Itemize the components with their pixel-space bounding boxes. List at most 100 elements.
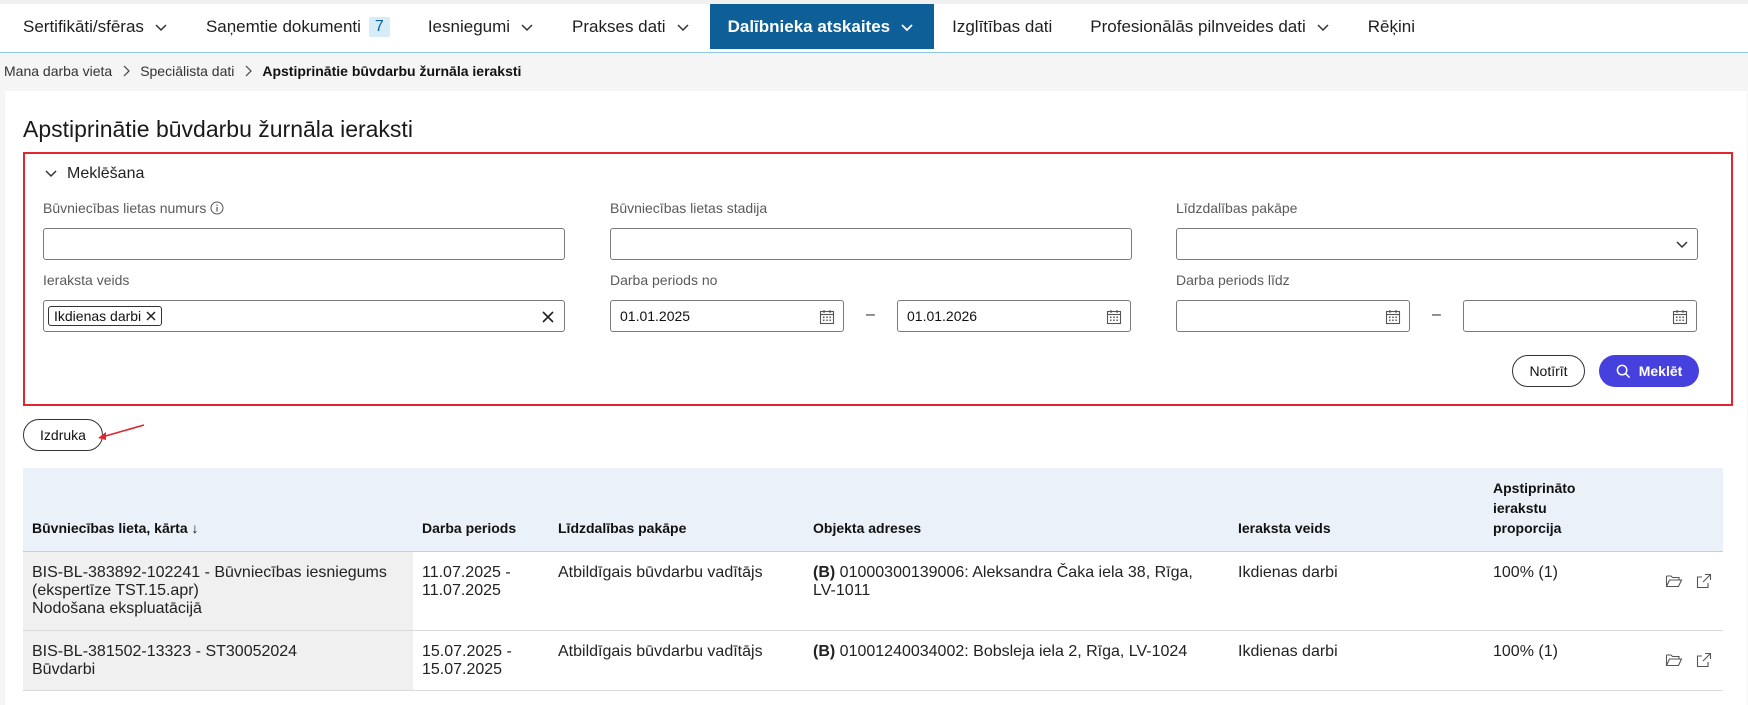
breadcrumb: Mana darba vieta Speciālista dati Apstip…: [4, 63, 521, 79]
external-link-icon[interactable]: [1695, 572, 1713, 590]
period-from-start-input[interactable]: 01.01.2025: [610, 300, 844, 332]
period-to-end-input[interactable]: [1463, 300, 1697, 332]
clear-icon[interactable]: [540, 309, 556, 325]
nav-item-received-documents[interactable]: Saņemtie dokumenti 7: [188, 4, 410, 49]
row-proportion: 100% (1): [1493, 643, 1558, 660]
chevron-down-icon: [1676, 241, 1688, 249]
folder-open-icon[interactable]: [1665, 651, 1683, 669]
entry-type-multiselect[interactable]: Ikdienas darbi: [43, 300, 565, 332]
table-header: Būvniecības lieta, kārta ↓ Darba periods…: [23, 468, 1723, 552]
info-icon[interactable]: [210, 201, 224, 215]
nav-label: Rēķini: [1367, 16, 1416, 36]
page-title: Apstiprinātie būvdarbu žurnāla ieraksti: [23, 116, 413, 142]
chevron-down-icon: [155, 23, 167, 31]
row-participation: Atbildīgais būvdarbu vadītājs: [558, 564, 763, 581]
column-header-address: Objekta adreses: [813, 520, 922, 536]
nav-item-education-data[interactable]: Izglītības dati: [934, 4, 1072, 49]
row-entry-type: Ikdienas darbi: [1238, 564, 1338, 581]
close-icon[interactable]: [144, 309, 158, 323]
column-header-participation: Līdzdalības pakāpe: [558, 520, 687, 536]
period-from-label: Darba periods no: [610, 272, 718, 288]
nav-item-practice-data[interactable]: Prakses dati: [554, 4, 710, 49]
row-period: 11.07.2025 - 11.07.2025: [422, 564, 511, 599]
row-entry-type: Ikdienas darbi: [1238, 643, 1338, 660]
nav-item-applications[interactable]: Iesniegumi: [410, 4, 554, 49]
chevron-down-icon: [901, 23, 913, 31]
row-case-title: BIS-BL-381502-13323 - ST30052024: [32, 643, 298, 660]
period-from-end-input[interactable]: 01.01.2026: [897, 300, 1131, 332]
top-navigation: Sertifikāti/sfēras Saņemtie dokumenti 7 I…: [0, 4, 1748, 53]
range-dash: –: [866, 306, 875, 323]
calendar-icon[interactable]: [1385, 309, 1401, 325]
nav-item-professional-development[interactable]: Profesionālās pilnveides dati: [1072, 4, 1349, 49]
participation-label: Līdzdalības pakāpe: [1176, 200, 1298, 216]
search-toggle-label: Meklēšana: [67, 165, 145, 182]
clear-button[interactable]: Notīrīt: [1512, 355, 1585, 387]
nav-item-member-reports[interactable]: Dalībnieka atskaites: [709, 4, 935, 49]
table-row: BIS-BL-381502-13323 - ST30052024 Būvdarb…: [23, 631, 1723, 691]
search-button-label: Meklēt: [1638, 363, 1683, 379]
case-number-label: Būvniecības lietas numurs: [43, 200, 224, 216]
period-to-label: Darba periods līdz: [1176, 272, 1290, 288]
address-text: 01001240034002: Bobsleja iela 2, Rīga, L…: [839, 643, 1188, 660]
entry-type-label: Ieraksta veids: [43, 272, 130, 288]
search-button[interactable]: Meklēt: [1599, 355, 1699, 387]
nav-label: Profesionālās pilnveides dati: [1090, 16, 1306, 36]
row-address: (B) 01000300139006: Aleksandra Čaka iela…: [813, 564, 1213, 600]
column-header-case[interactable]: Būvniecības lieta, kārta ↓: [32, 518, 199, 538]
case-stage-input[interactable]: [610, 228, 1132, 260]
column-header-proportion: Apstiprināto ierakstu proporcija: [1493, 480, 1576, 536]
count-badge: 7: [368, 16, 390, 37]
calendar-icon[interactable]: [1672, 309, 1688, 325]
chevron-right-icon: [245, 65, 253, 77]
chevron-down-icon: [521, 23, 533, 31]
nav-label: Iesniegumi: [427, 16, 511, 36]
nav-label: Prakses dati: [572, 16, 666, 36]
row-case-stage: Būvdarbi: [32, 661, 96, 678]
period-from-start-value: 01.01.2025: [620, 308, 691, 324]
print-button[interactable]: Izdruka: [23, 419, 103, 451]
table-row: BIS-BL-383892-102241 - Būvniecības iesni…: [23, 552, 1723, 631]
chevron-right-icon: [123, 65, 131, 77]
entry-type-chip[interactable]: Ikdienas darbi: [48, 306, 163, 326]
chevron-down-icon: [1317, 23, 1329, 31]
case-number-input[interactable]: [43, 228, 565, 260]
row-period: 15.07.2025 - 15.07.2025: [422, 643, 512, 678]
case-stage-label: Būvniecības lietas stadija: [610, 200, 768, 216]
period-to-start-input[interactable]: [1176, 300, 1410, 332]
nav-label: Sertifikāti/sfēras: [23, 16, 144, 36]
chevron-down-icon: [45, 170, 57, 178]
range-dash: –: [1432, 306, 1441, 323]
row-case-cell: BIS-BL-383892-102241 - Būvniecības iesni…: [32, 564, 392, 618]
breadcrumb-item-workplace[interactable]: Mana darba vieta: [4, 63, 112, 79]
nav-label: Dalībnieka atskaites: [727, 16, 891, 36]
period-from-end-value: 01.01.2026: [907, 308, 978, 324]
nav-label: Saņemtie dokumenti: [205, 16, 361, 36]
search-toggle[interactable]: Meklēšana: [44, 165, 144, 183]
row-case-title: BIS-BL-383892-102241 - Būvniecības iesni…: [32, 564, 387, 599]
search-panel: [23, 152, 1733, 406]
address-tag: (B): [813, 643, 836, 660]
nav-item-certificates[interactable]: Sertifikāti/sfēras: [5, 4, 188, 49]
chevron-down-icon: [677, 23, 689, 31]
column-header-period: Darba periods: [422, 520, 517, 536]
address-text: 01000300139006: Aleksandra Čaka iela 38,…: [813, 564, 1193, 599]
external-link-icon[interactable]: [1695, 651, 1713, 669]
row-case-stage: Nodošana ekspluatācijā: [32, 600, 202, 617]
annotation-arrow-icon: [98, 424, 145, 440]
nav-label: Izglītības dati: [952, 16, 1053, 36]
row-address: (B) 01001240034002: Bobsleja iela 2, Rīg…: [813, 643, 1213, 661]
calendar-icon[interactable]: [819, 309, 835, 325]
participation-select[interactable]: [1176, 228, 1698, 260]
case-number-label-text: Būvniecības lietas numurs: [43, 200, 207, 216]
breadcrumb-item-specialist-data[interactable]: Speciālista dati: [140, 63, 234, 79]
folder-open-icon[interactable]: [1665, 572, 1683, 590]
calendar-icon[interactable]: [1106, 309, 1122, 325]
row-participation: Atbildīgais būvdarbu vadītājs: [558, 643, 763, 660]
row-actions: [1665, 651, 1713, 669]
breadcrumb-item-current: Apstiprinātie būvdarbu žurnāla ieraksti: [262, 63, 522, 79]
nav-item-invoices[interactable]: Rēķini: [1350, 4, 1435, 49]
row-proportion: 100% (1): [1493, 564, 1558, 581]
column-header-entry-type: Ieraksta veids: [1238, 520, 1331, 536]
address-tag: (B): [813, 564, 836, 581]
